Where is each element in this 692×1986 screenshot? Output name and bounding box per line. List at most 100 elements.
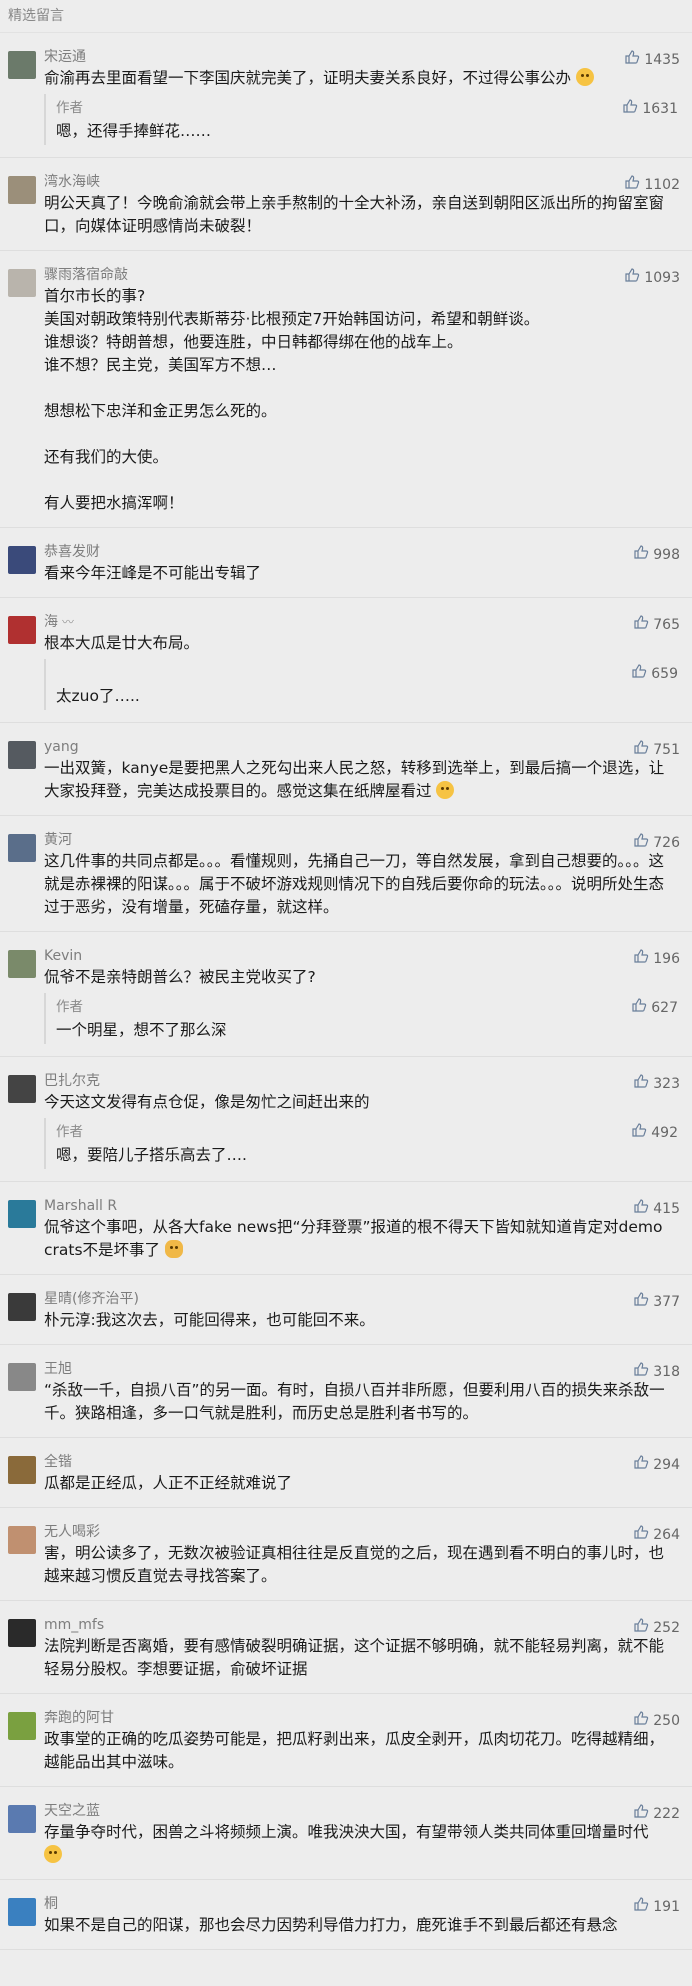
thumb-up-icon xyxy=(633,1803,649,1824)
avatar[interactable] xyxy=(8,950,36,978)
comment-item: 无人喝彩 264 害，明公读多了，无数次被验证真相往往是反直觉的之后，现在遇到看不明… xyxy=(0,1508,692,1601)
comment-item: 海〰 765 根本大瓜是廿大布局。 659 太zuo了….. xyxy=(0,598,692,723)
avatar[interactable] xyxy=(8,616,36,644)
comment-text: 今天这文发得有点仓促，像是匆忙之间赶出来的 xyxy=(44,1093,370,1111)
like-button[interactable]: 191 xyxy=(633,1896,680,1917)
like-count: 627 xyxy=(651,999,678,1016)
comment-item: 宋运通 1435 俞渝再去里面看望一下李国庆就完美了，证明夫妻关系良好，不过得公事公… xyxy=(0,33,692,158)
comment-nickname[interactable]: 桐 xyxy=(44,1894,678,1914)
like-button[interactable]: 294 xyxy=(633,1454,680,1475)
like-count: 196 xyxy=(653,950,680,967)
comment-text: 朴元淳:我这次去，可能回得来，也可能回不来。 xyxy=(44,1311,375,1329)
reply-text: 嗯，还得手捧鲜花…… xyxy=(56,122,212,140)
reply-text: 一个明星，想不了那么深 xyxy=(56,1021,227,1039)
like-button[interactable]: 323 xyxy=(633,1073,680,1094)
comment-nickname[interactable]: 奔跑的阿甘 xyxy=(44,1708,678,1728)
comment-nickname[interactable]: 全锴 xyxy=(44,1452,678,1472)
comment-text: 法院判断是否离婚，要有感情破裂明确证据，这个证据不够明确，就不能轻易判离，就不能… xyxy=(44,1637,665,1678)
comment-text: 害，明公读多了，无数次被验证真相往往是反直觉的之后，现在遇到看不明白的事儿时，也… xyxy=(44,1544,665,1585)
avatar[interactable] xyxy=(8,1200,36,1228)
avatar[interactable] xyxy=(8,1805,36,1833)
like-button[interactable]: 250 xyxy=(633,1710,680,1731)
comment-nickname[interactable]: 黄河 xyxy=(44,830,678,850)
thumb-up-icon xyxy=(633,1710,649,1731)
comment-item: Marshall R 415 侃爷这个事吧，从各大fake news把“分拜登票”报… xyxy=(0,1182,692,1275)
avatar[interactable] xyxy=(8,1526,36,1554)
comment-nickname[interactable]: 星晴(修齐治平) xyxy=(44,1289,678,1309)
emoji-icon xyxy=(164,1240,183,1258)
comment-nickname[interactable]: 湾水海峡 xyxy=(44,172,678,192)
avatar[interactable] xyxy=(8,1712,36,1740)
like-button[interactable]: 196 xyxy=(633,948,680,969)
reply-like-button[interactable]: 1631 xyxy=(622,98,678,119)
comment-text: 存量争夺时代，困兽之斗将频频上演。唯我泱泱大国，有望带领人类共同体重回增量时代 xyxy=(44,1821,678,1867)
avatar[interactable] xyxy=(8,1619,36,1647)
bottom-edge xyxy=(0,1978,692,1986)
like-button[interactable]: 222 xyxy=(633,1803,680,1824)
comment-nickname[interactable]: Kevin xyxy=(44,946,678,966)
emoji-icon xyxy=(436,781,455,799)
comment-nickname[interactable]: 巴扎尔克 xyxy=(44,1071,678,1091)
thumb-up-icon xyxy=(631,997,647,1018)
comment-nickname[interactable]: 宋运通 xyxy=(44,47,678,67)
like-count: 377 xyxy=(653,1293,680,1310)
avatar[interactable] xyxy=(8,1898,36,1926)
comment-text: 俞渝再去里面看望一下李国庆就完美了，证明夫妻关系良好，不过得公事公办 xyxy=(44,67,678,90)
like-button[interactable]: 1093 xyxy=(624,267,680,288)
thumb-up-icon xyxy=(633,832,649,853)
comment-nickname[interactable]: yang xyxy=(44,737,678,757)
like-count: 1435 xyxy=(644,51,680,68)
comment-item: 全锴 294 瓜都是正经瓜，人正不正经就难说了 xyxy=(0,1438,692,1508)
reply-like-button[interactable]: 659 xyxy=(631,663,678,684)
comment-nickname[interactable]: Marshall R xyxy=(44,1196,678,1216)
avatar[interactable] xyxy=(8,741,36,769)
like-button[interactable]: 264 xyxy=(633,1524,680,1545)
comment-nickname[interactable]: 骤雨落宿命敲 xyxy=(44,265,678,285)
like-button[interactable]: 252 xyxy=(633,1617,680,1638)
comment-nickname[interactable]: 天空之蓝 xyxy=(44,1801,678,1821)
avatar[interactable] xyxy=(8,1456,36,1484)
like-button[interactable]: 726 xyxy=(633,832,680,853)
like-count: 659 xyxy=(651,665,678,682)
comment-nickname[interactable]: 王旭 xyxy=(44,1359,678,1379)
like-button[interactable]: 318 xyxy=(633,1361,680,1382)
like-button[interactable]: 765 xyxy=(633,614,680,635)
avatar[interactable] xyxy=(8,51,36,79)
thumb-up-icon xyxy=(622,98,638,119)
reply-author: 作者 xyxy=(56,1124,83,1140)
comment-item: Kevin 196 侃爷不是亲特朗普么？被民主党收买了? 作者 627 一个明星，想不了那… xyxy=(0,932,692,1057)
comment-item: mm_mfs 252 法院判断是否离婚，要有感情破裂明确证据，这个证据不够明确，就不… xyxy=(0,1601,692,1694)
avatar[interactable] xyxy=(8,1293,36,1321)
reply-like-button[interactable]: 627 xyxy=(631,997,678,1018)
avatar[interactable] xyxy=(8,1363,36,1391)
reply-author xyxy=(56,663,678,683)
like-button[interactable]: 415 xyxy=(633,1198,680,1219)
author-reply: 作者 627 一个明星，想不了那么深 xyxy=(44,993,678,1044)
thumb-up-icon xyxy=(633,1291,649,1312)
like-button[interactable]: 998 xyxy=(633,544,680,565)
avatar[interactable] xyxy=(8,834,36,862)
comment-text: 如果不是自己的阳谋，那也会尽力因势利导借力打力，鹿死谁手不到最后都还有悬念 xyxy=(44,1916,618,1934)
avatar[interactable] xyxy=(8,269,36,297)
like-count: 318 xyxy=(653,1363,680,1380)
comment-nickname[interactable]: mm_mfs xyxy=(44,1615,678,1635)
like-count: 294 xyxy=(653,1456,680,1473)
like-button[interactable]: 1102 xyxy=(624,174,680,195)
thumb-up-icon xyxy=(633,544,649,565)
thumb-up-icon xyxy=(633,1073,649,1094)
avatar[interactable] xyxy=(8,1075,36,1103)
like-button[interactable]: 751 xyxy=(633,739,680,760)
reply-like-button[interactable]: 492 xyxy=(631,1122,678,1143)
author-reply: 659 太zuo了….. xyxy=(44,659,678,710)
avatar[interactable] xyxy=(8,546,36,574)
comment-item: 星晴(修齐治平) 377 朴元淳:我这次去，可能回得来，也可能回不来。 xyxy=(0,1275,692,1345)
thumb-up-icon xyxy=(633,948,649,969)
like-button[interactable]: 1435 xyxy=(624,49,680,70)
like-count: 998 xyxy=(653,546,680,563)
reply-author: 作者 xyxy=(56,999,83,1015)
comment-nickname[interactable]: 无人喝彩 xyxy=(44,1522,678,1542)
avatar[interactable] xyxy=(8,176,36,204)
comment-nickname[interactable]: 恭喜发财 xyxy=(44,542,678,562)
comment-nickname[interactable]: 海〰 xyxy=(44,612,678,632)
like-button[interactable]: 377 xyxy=(633,1291,680,1312)
